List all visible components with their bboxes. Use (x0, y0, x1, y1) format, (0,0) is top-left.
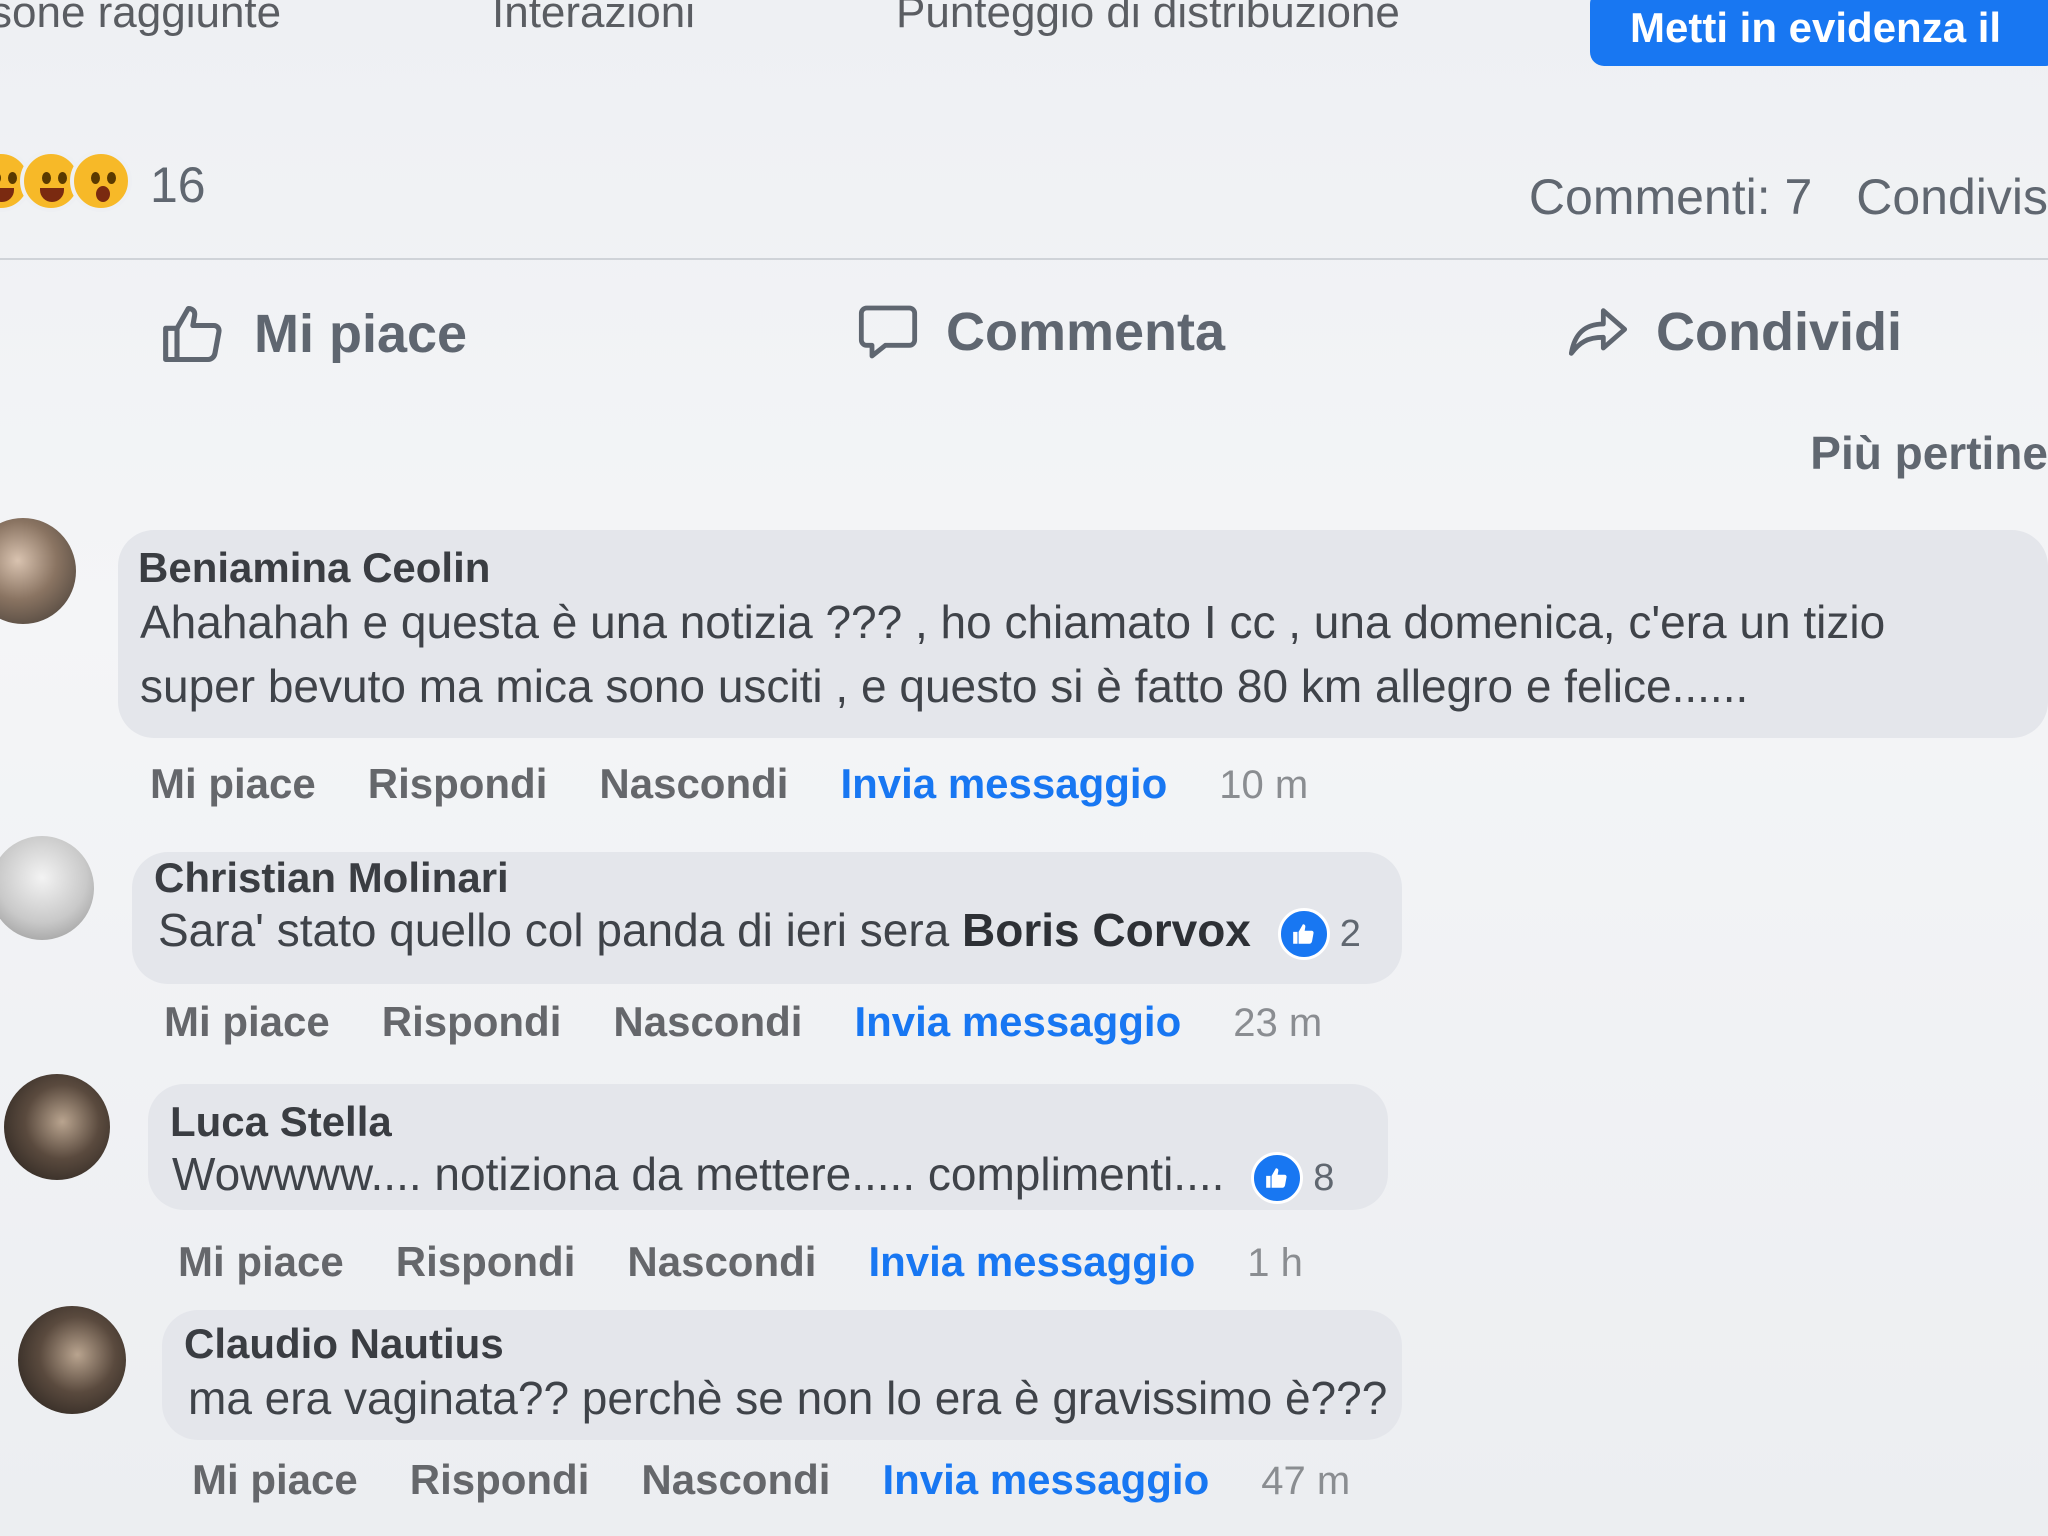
comments-count-link[interactable]: Commenti: 7 (1529, 169, 1812, 225)
comment-text-body: Wowwww.... notiziona da mettere..... com… (172, 1148, 1225, 1200)
comment-text-line: super bevuto ma mica sono usciti , e que… (140, 660, 1749, 712)
comment-reply-link[interactable]: Rispondi (396, 1238, 576, 1286)
comment-like-link[interactable]: Mi piace (192, 1456, 358, 1504)
comment-text: Wowwww.... notiziona da mettere..... com… (172, 1142, 1334, 1210)
interactions-label: Interazioni (492, 0, 696, 37)
stats-summary: Commenti: 7 Condivis (1499, 168, 2048, 226)
avatar[interactable] (4, 1074, 110, 1180)
post-panel: sone raggiunte Interazioni Punteggio di … (0, 0, 2048, 1536)
comment-hide-link[interactable]: Nascondi (641, 1456, 830, 1504)
like-label: Mi piace (254, 304, 468, 364)
comment-like-link[interactable]: Mi piace (178, 1238, 344, 1286)
comment-reply-link[interactable]: Rispondi (410, 1456, 590, 1504)
divider (0, 258, 2048, 260)
comment-author[interactable]: Christian Molinari (154, 854, 509, 902)
comment-message-link[interactable]: Invia messaggio (868, 1238, 1195, 1286)
comment-like-link[interactable]: Mi piace (164, 998, 330, 1046)
comment-reply-link[interactable]: Rispondi (382, 998, 562, 1046)
avatar[interactable] (0, 836, 94, 940)
comment-label: Commenta (946, 302, 1226, 362)
comment-text-line: Ahahahah e questa è una notizia ??? , ho… (140, 596, 1886, 648)
share-button[interactable]: Condividi (1566, 300, 1902, 364)
avatar[interactable] (0, 518, 76, 624)
comment-hide-link[interactable]: Nascondi (599, 760, 788, 808)
comment-text-body: Sara' stato quello col panda di ieri ser… (158, 904, 950, 956)
comment-like-count[interactable]: 2 (1277, 902, 1361, 966)
comment-text: Sara' stato quello col panda di ieri ser… (158, 898, 1361, 966)
avatar[interactable] (18, 1306, 126, 1414)
comment-text: Ahahahah e questa è una notizia ??? , ho… (140, 590, 2040, 718)
comment-bubble-icon (858, 305, 918, 359)
comment-hide-link[interactable]: Nascondi (627, 1238, 816, 1286)
like-count: 2 (1339, 912, 1361, 955)
comment-timestamp[interactable]: 47 m (1261, 1459, 1350, 1504)
like-button[interactable]: Mi piace (160, 300, 467, 368)
insights-row: sone raggiunte Interazioni Punteggio di … (0, 0, 2048, 70)
mentioned-user-link[interactable]: Boris Corvox (962, 904, 1251, 956)
comment-message-link[interactable]: Invia messaggio (854, 998, 1181, 1046)
comment-timestamp[interactable]: 1 h (1247, 1241, 1303, 1286)
comment-like-count[interactable]: 8 (1251, 1146, 1334, 1210)
comment-like-link[interactable]: Mi piace (150, 760, 316, 808)
comment-actions: Mi piace Rispondi Nascondi Invia messagg… (164, 998, 1322, 1046)
comment-reply-link[interactable]: Rispondi (368, 760, 548, 808)
distribution-score-label: Punteggio di distribuzione (896, 0, 1400, 37)
comment-message-link[interactable]: Invia messaggio (882, 1456, 1209, 1504)
comment-button[interactable]: Commenta (856, 300, 1225, 364)
comment-text: ma era vaginata?? perchè se non lo era è… (188, 1372, 1388, 1424)
shares-count-link[interactable]: Condivis (1856, 169, 2048, 225)
post-action-bar: Mi piace Commenta Condividi (0, 280, 2048, 390)
comment-author[interactable]: Claudio Nautius (184, 1320, 504, 1368)
comment-actions: Mi piace Rispondi Nascondi Invia messagg… (150, 760, 1308, 808)
comment-hide-link[interactable]: Nascondi (613, 998, 802, 1046)
reach-label: sone raggiunte (0, 0, 282, 37)
comment-author[interactable]: Beniamina Ceolin (138, 544, 490, 592)
thumbs-up-icon (163, 305, 222, 363)
share-label: Condividi (1656, 302, 1902, 362)
comment-actions: Mi piace Rispondi Nascondi Invia messagg… (192, 1456, 1350, 1504)
comment-author[interactable]: Luca Stella (170, 1098, 392, 1146)
reaction-count: 16 (150, 157, 206, 213)
share-arrow-icon (1568, 308, 1628, 356)
like-count: 8 (1313, 1156, 1335, 1199)
comment-timestamp[interactable]: 10 m (1219, 763, 1308, 808)
comment-sort-dropdown[interactable]: Più pertine (1810, 426, 2048, 480)
comment-message-link[interactable]: Invia messaggio (840, 760, 1167, 808)
comment-timestamp[interactable]: 23 m (1233, 1001, 1322, 1046)
comment-actions: Mi piace Rispondi Nascondi Invia messagg… (178, 1238, 1303, 1286)
wow-reaction-icon (70, 150, 132, 212)
boost-post-button[interactable]: Metti in evidenza il (1590, 0, 2048, 66)
like-badge-icon (1251, 1151, 1304, 1204)
like-badge-icon (1277, 907, 1330, 960)
